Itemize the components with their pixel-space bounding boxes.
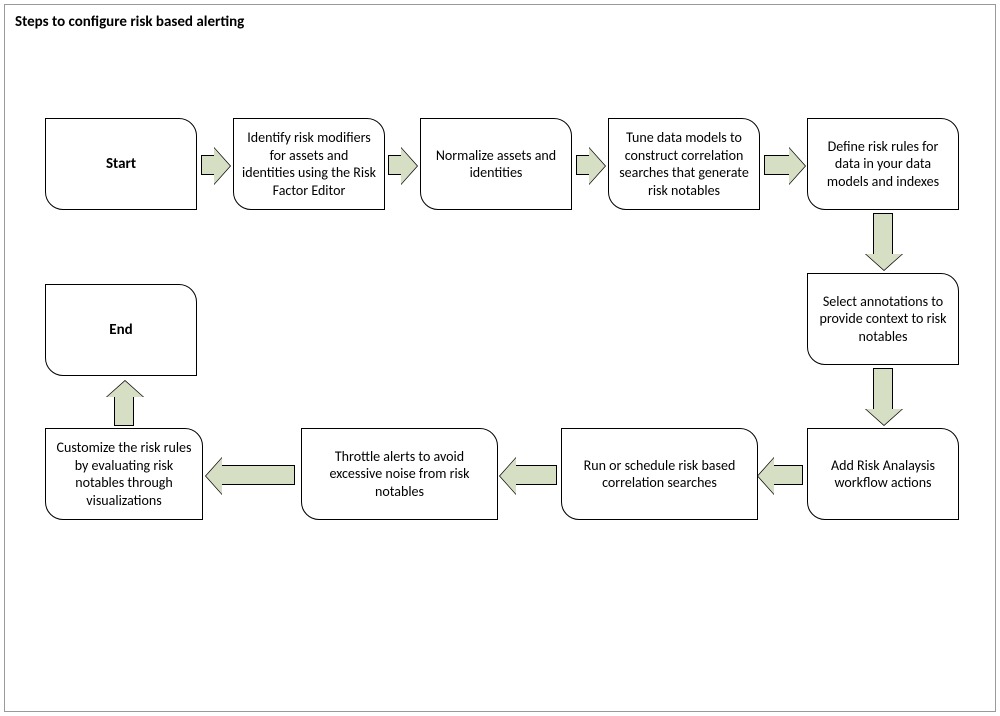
step-normalize-assets: Normalize assets and identities xyxy=(420,118,572,210)
arrow-s3-to-s4 xyxy=(764,155,790,175)
step-throttle-alerts: Throttle alerts to avoid excessive noise… xyxy=(301,428,498,520)
end-terminator: End xyxy=(45,284,197,376)
diagram-frame: Steps to configure risk based alerting S… xyxy=(4,4,996,712)
step-identify-risk-modifiers: Identify risk modifiers for assets and i… xyxy=(233,118,385,210)
step-select-annotations: Select annotations to provide context to… xyxy=(807,273,959,365)
step-tune-data-models: Tune data models to construct correlatio… xyxy=(608,118,760,210)
arrow-s8-to-s9 xyxy=(221,465,295,485)
arrow-s6-to-s7 xyxy=(773,465,803,485)
arrow-s2-to-s3 xyxy=(576,155,590,175)
start-terminator: Start xyxy=(45,118,197,210)
diagram-title: Steps to configure risk based alerting xyxy=(15,13,244,31)
step-run-correlation-searches: Run or schedule risk based correlation s… xyxy=(561,428,758,520)
step-define-risk-rules: Define risk rules for data in your data … xyxy=(807,118,959,210)
arrow-s7-to-s8 xyxy=(515,465,557,485)
arrow-s4-to-s5 xyxy=(873,213,893,255)
arrow-start-to-s1 xyxy=(201,155,215,175)
arrow-s1-to-s2 xyxy=(388,155,402,175)
step-add-workflow-actions: Add Risk Analaysis workflow actions xyxy=(807,428,959,520)
arrow-s9-to-end xyxy=(114,396,134,426)
arrow-s5-to-s6 xyxy=(873,368,893,410)
step-customize-risk-rules: Customize the risk rules by evaluating r… xyxy=(45,428,203,520)
